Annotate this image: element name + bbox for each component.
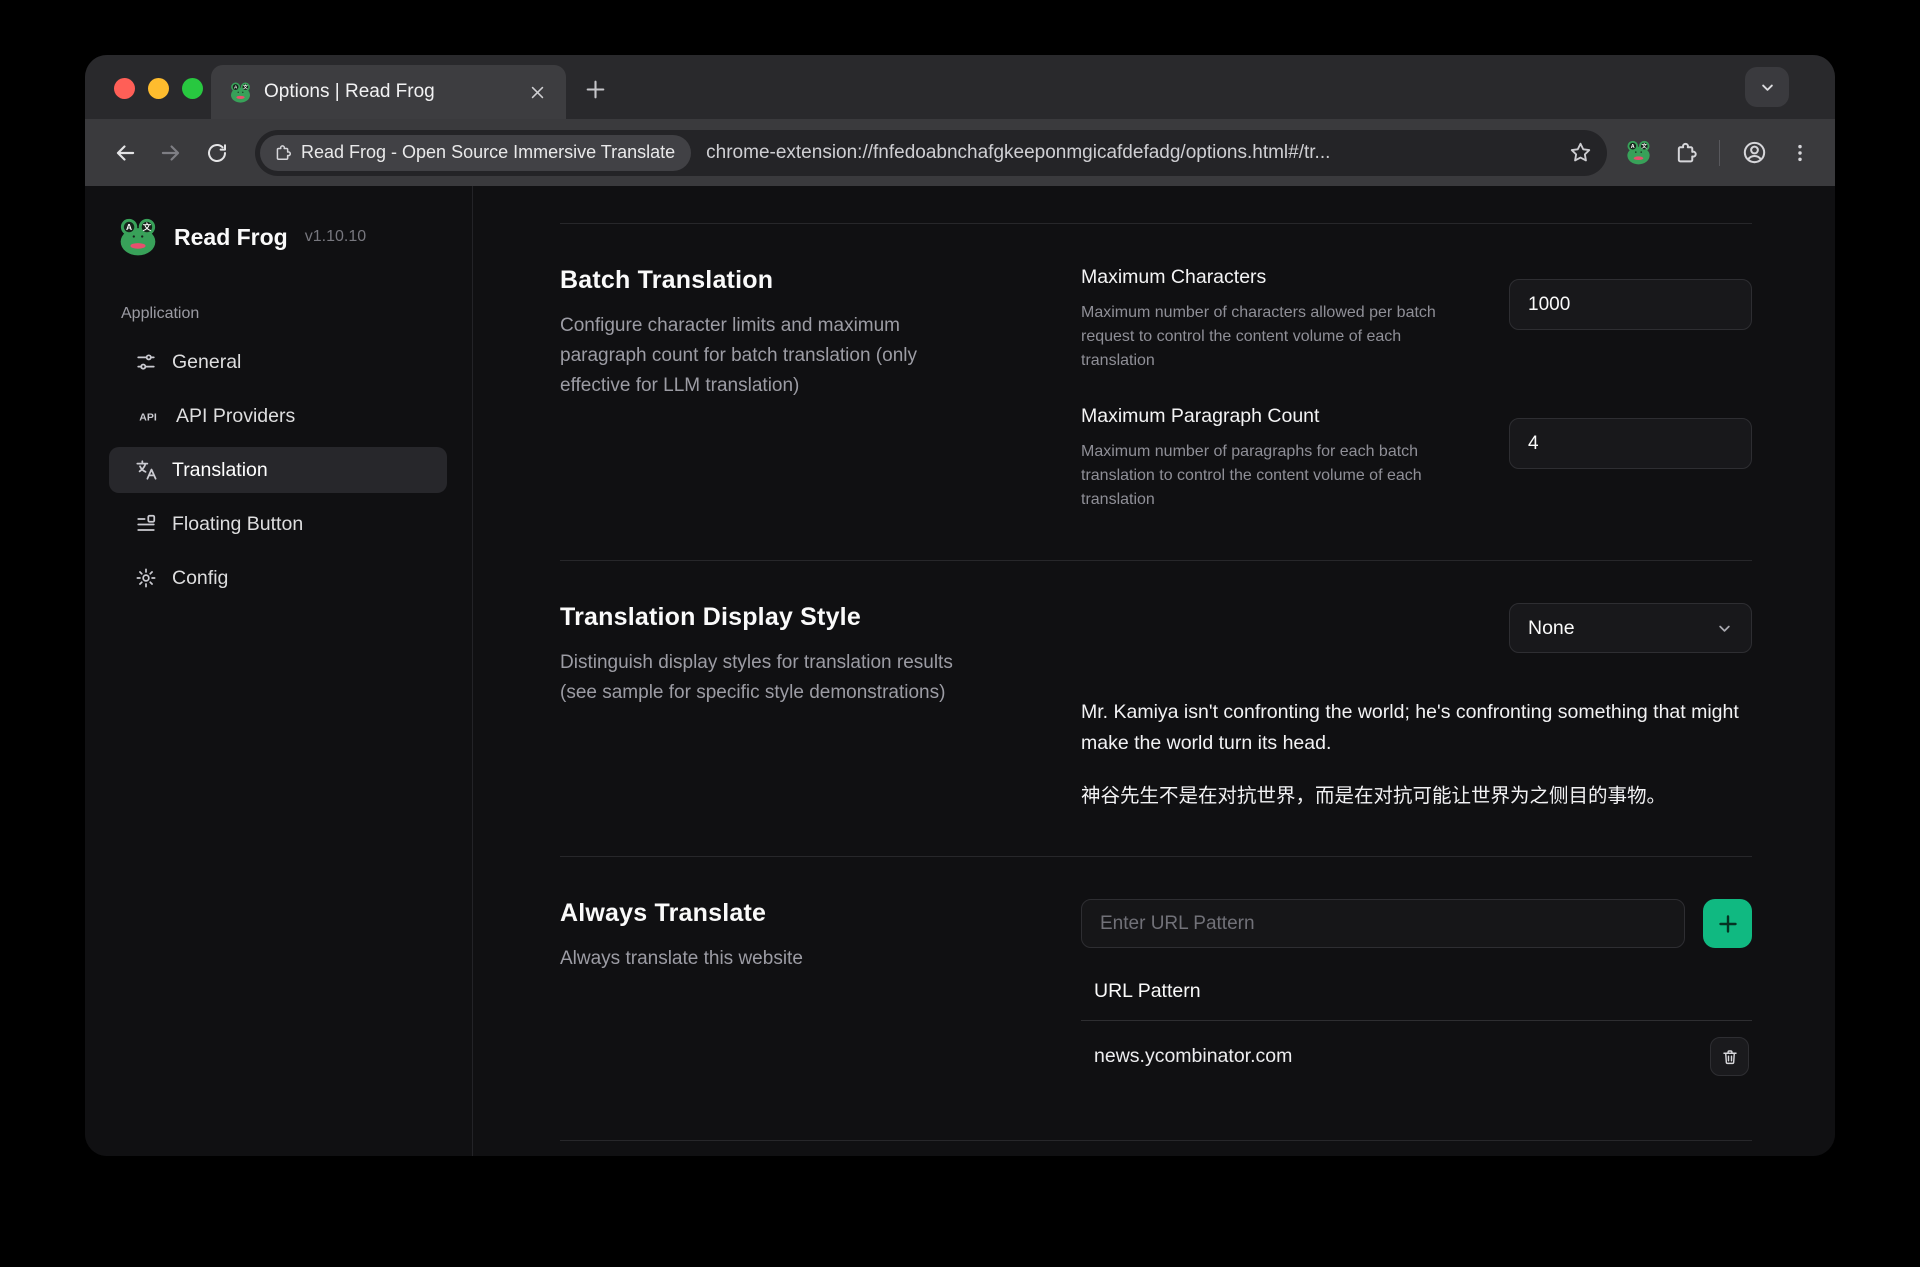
sidebar-item-label: API Providers	[176, 405, 295, 428]
floating-button-icon	[135, 513, 157, 535]
plus-icon	[1716, 912, 1740, 936]
table-header: URL Pattern	[1081, 980, 1752, 1021]
settings-content: Batch Translation Configure character li…	[473, 186, 1835, 1156]
read-frog-logo-icon	[117, 216, 159, 258]
app-version: v1.10.10	[305, 228, 366, 246]
sliders-icon	[135, 351, 157, 373]
url-pattern-cell: news.ycombinator.com	[1094, 1045, 1292, 1068]
tab-strip: Options | Read Frog	[85, 55, 1835, 119]
toolbar-right-icons	[1625, 139, 1811, 166]
section-title: Translation Display Style	[560, 603, 985, 632]
field-maximum-characters: Maximum Characters Maximum number of cha…	[1081, 266, 1752, 373]
sidebar-item-label: General	[172, 351, 241, 374]
add-url-pattern-button[interactable]	[1703, 899, 1752, 948]
sidebar-item-config[interactable]: Config	[109, 555, 447, 601]
toolbar-divider	[1719, 140, 1720, 166]
table-row: news.ycombinator.com	[1081, 1021, 1752, 1092]
section-translation-display-style: Translation Display Style Distinguish di…	[560, 560, 1752, 856]
section-auto-translate: Auto translate based on language Select …	[560, 1140, 1752, 1156]
read-frog-extension-icon[interactable]	[1625, 139, 1652, 166]
gear-icon	[135, 567, 157, 589]
new-tab-button[interactable]	[583, 77, 608, 102]
sidebar-section-label: Application	[121, 305, 472, 323]
sample-source-text: Mr. Kamiya isn't confronting the world; …	[1081, 697, 1741, 759]
profile-avatar-icon[interactable]	[1741, 139, 1768, 166]
sidebar-item-label: Config	[172, 567, 228, 590]
sidebar-item-floating-button[interactable]: Floating Button	[109, 501, 447, 547]
tab-close-icon[interactable]	[524, 79, 550, 105]
site-chip-label: Read Frog - Open Source Immersive Transl…	[301, 142, 675, 163]
sidebar-item-label: Floating Button	[172, 513, 303, 536]
address-bar[interactable]: Read Frog - Open Source Immersive Transl…	[255, 130, 1607, 176]
maximize-window-button[interactable]	[182, 78, 203, 99]
languages-icon	[135, 459, 157, 481]
section-title: Batch Translation	[560, 266, 985, 295]
field-label: Maximum Paragraph Count	[1081, 405, 1453, 428]
sample-translated-text: 神谷先生不是在对抗世界，而是在对抗可能让世界为之侧目的事物。	[1081, 779, 1752, 808]
section-description: Always translate this website	[560, 944, 970, 974]
reload-button[interactable]	[199, 135, 235, 171]
section-always-translate: Always Translate Always translate this w…	[560, 856, 1752, 1140]
section-batch-translation: Batch Translation Configure character li…	[560, 223, 1752, 560]
delete-url-pattern-button[interactable]	[1710, 1037, 1749, 1076]
max-paragraph-count-input[interactable]	[1509, 418, 1752, 469]
select-value: None	[1528, 617, 1575, 640]
tab-title: Options | Read Frog	[264, 81, 512, 103]
app-logo-row: Read Frog v1.10.10	[85, 216, 472, 258]
url-pattern-table: URL Pattern news.ycombinator.com	[1081, 980, 1752, 1092]
trash-icon	[1721, 1048, 1739, 1066]
app-name: Read Frog	[174, 224, 288, 251]
browser-tab[interactable]: Options | Read Frog	[211, 65, 566, 119]
sidebar-item-label: Translation	[172, 459, 268, 482]
chevron-down-icon	[1715, 619, 1734, 638]
browser-menu-kebab-icon[interactable]	[1789, 142, 1811, 164]
extensions-puzzle-icon[interactable]	[1673, 140, 1698, 165]
field-description: Maximum number of paragraphs for each ba…	[1081, 440, 1453, 512]
browser-toolbar: Read Frog - Open Source Immersive Transl…	[85, 119, 1835, 186]
options-page: Read Frog v1.10.10 Application General A…	[85, 186, 1835, 1156]
sidebar-item-api-providers[interactable]: API API Providers	[109, 393, 447, 439]
field-description: Maximum number of characters allowed per…	[1081, 301, 1453, 373]
max-characters-input[interactable]	[1509, 279, 1752, 330]
sidebar-item-translation[interactable]: Translation	[109, 447, 447, 493]
section-description: Configure character limits and maximum p…	[560, 311, 970, 401]
extension-chip-icon	[273, 143, 292, 162]
minimize-window-button[interactable]	[148, 78, 169, 99]
style-sample: Mr. Kamiya isn't confronting the world; …	[1081, 697, 1752, 808]
field-label: Maximum Characters	[1081, 266, 1453, 289]
tab-favicon-frog-icon	[229, 81, 252, 104]
url-text: chrome-extension://fnfedoabnchafgkeeponm…	[706, 142, 1558, 164]
svg-text:API: API	[139, 412, 157, 424]
back-button[interactable]	[107, 135, 143, 171]
extension-site-chip[interactable]: Read Frog - Open Source Immersive Transl…	[260, 135, 691, 171]
close-window-button[interactable]	[114, 78, 135, 99]
field-maximum-paragraph-count: Maximum Paragraph Count Maximum number o…	[1081, 405, 1752, 512]
display-style-select[interactable]: None	[1509, 603, 1752, 653]
section-description: Distinguish display styles for translati…	[560, 648, 970, 708]
forward-button[interactable]	[153, 135, 189, 171]
tab-search-chevron-button[interactable]	[1745, 67, 1789, 107]
url-pattern-input[interactable]	[1081, 899, 1685, 948]
api-icon: API	[135, 405, 161, 427]
sidebar: Read Frog v1.10.10 Application General A…	[85, 186, 473, 1156]
bookmark-star-icon[interactable]	[1568, 140, 1593, 165]
section-title: Always Translate	[560, 899, 985, 928]
traffic-lights	[114, 78, 203, 99]
sidebar-item-general[interactable]: General	[109, 339, 447, 385]
browser-window: Options | Read Frog Read Fr	[85, 55, 1835, 1156]
